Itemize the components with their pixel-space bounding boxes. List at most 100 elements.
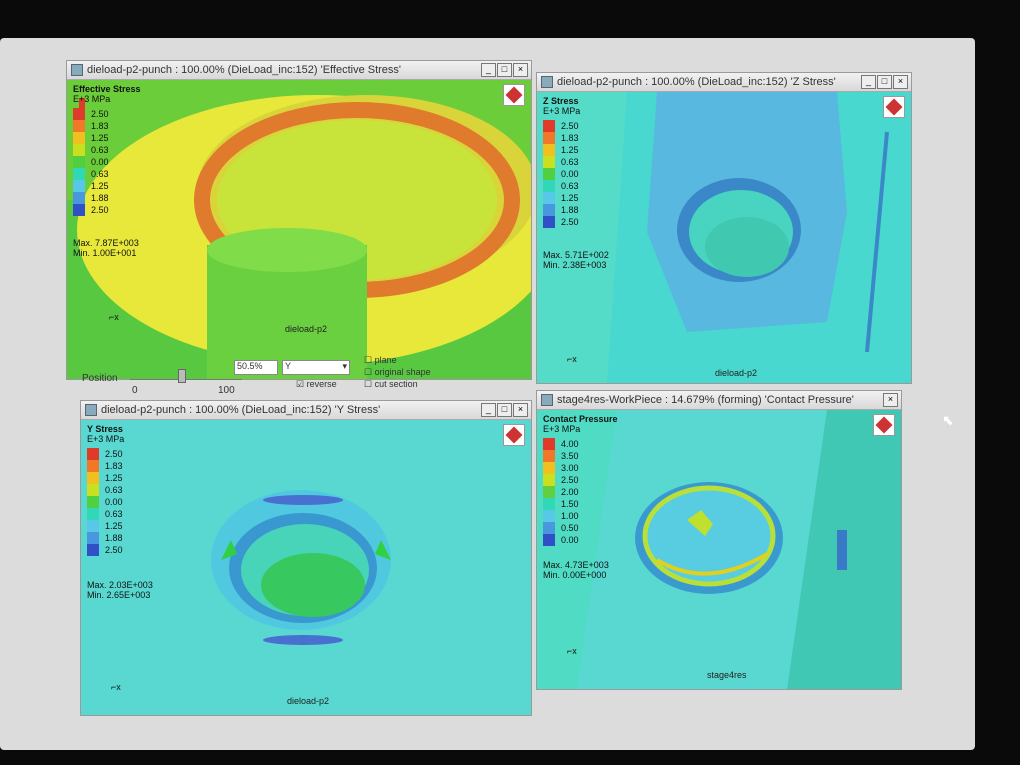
window-icon <box>541 76 553 88</box>
legend-title: Contact Pressure <box>543 414 618 424</box>
legend-row: 0.63 <box>73 168 141 180</box>
minimize-button[interactable]: _ <box>481 403 496 417</box>
legend-value: 4.00 <box>561 439 579 449</box>
legend-row: 2.50 <box>543 216 580 228</box>
legend-row: 1.25 <box>87 472 124 484</box>
minimize-button[interactable]: _ <box>861 75 876 89</box>
close-button[interactable]: × <box>893 75 908 89</box>
render-view[interactable]: Y Stress E+3 MPa 2.50 1.83 1.25 0.63 0.00 0.6… <box>81 420 531 715</box>
render-view[interactable]: Contact Pressure E+3 MPa 4.00 3.50 3.00 2.5… <box>537 410 901 689</box>
render-view[interactable]: Effective Stress E+3 MPa 2.50 1.83 1.25 0.6… <box>67 80 531 379</box>
legend-scale: 4.00 3.50 3.00 2.50 2.00 1.50 1.00 0.50 0.00 <box>543 438 618 546</box>
legend-row: 0.00 <box>543 168 580 180</box>
max-label: Max. <box>87 580 107 590</box>
legend-row: 1.25 <box>543 192 580 204</box>
legend-row: 1.88 <box>73 192 141 204</box>
original-shape-checkbox[interactable]: ☐ original shape <box>364 367 431 378</box>
section-control-panel: Position 0 100 50.5% Y ▾ ☑ reverse ☐ plan… <box>78 355 528 403</box>
legend-value: 2.50 <box>561 475 579 485</box>
maximize-button[interactable]: □ <box>497 63 512 77</box>
legend-row: 1.83 <box>73 120 141 132</box>
legend-value: 1.00 <box>561 511 579 521</box>
window-titlebar[interactable]: dieload-p2-punch : 100.00% (DieLoad_inc:… <box>537 73 911 92</box>
close-button[interactable]: × <box>513 403 528 417</box>
max-readout: Max. 4.73E+003 <box>543 560 609 570</box>
slider-thumb[interactable] <box>178 369 186 383</box>
legend-title: Effective Stress <box>73 84 141 94</box>
legend-value: 0.00 <box>561 535 579 545</box>
legend-row: 1.25 <box>73 132 141 144</box>
legend-swatch <box>543 120 555 132</box>
legend-value: 1.25 <box>91 133 109 143</box>
legend-swatch <box>87 448 99 460</box>
color-legend: Z Stress E+3 MPa 2.50 1.83 1.25 0.63 0.00 0.6… <box>543 96 580 228</box>
legend-swatch <box>73 156 85 168</box>
percent-field[interactable]: 50.5% <box>234 360 278 375</box>
max-readout: Max. 7.87E+003 <box>73 238 139 248</box>
legend-value: 1.88 <box>91 193 109 203</box>
reverse-checkbox[interactable]: ☑ reverse <box>296 379 337 390</box>
axis-select[interactable]: Y ▾ <box>282 360 350 375</box>
window-titlebar[interactable]: dieload-p2-punch : 100.00% (DieLoad_inc:… <box>81 401 531 420</box>
legend-row: 0.00 <box>87 496 124 508</box>
viewport-z-stress[interactable]: dieload-p2-punch : 100.00% (DieLoad_inc:… <box>536 72 912 384</box>
window-titlebar[interactable]: stage4res-WorkPiece : 14.679% (forming) … <box>537 391 901 410</box>
plane-checkbox[interactable]: ☐ plane <box>364 355 397 366</box>
render-view[interactable]: Z Stress E+3 MPa 2.50 1.83 1.25 0.63 0.00 0.6… <box>537 92 911 383</box>
cut-section-checkbox[interactable]: ☐ cut section <box>364 379 418 390</box>
legend-swatch <box>543 216 555 228</box>
legend-row: 1.83 <box>87 460 124 472</box>
legend-swatch <box>543 144 555 156</box>
legend-swatch <box>543 168 555 180</box>
viewport-contact-pressure[interactable]: stage4res-WorkPiece : 14.679% (forming) … <box>536 390 902 690</box>
legend-unit: E+3 MPa <box>73 94 111 104</box>
maximize-button[interactable]: □ <box>877 75 892 89</box>
legend-row: 1.25 <box>543 144 580 156</box>
legend-row: 1.00 <box>543 510 618 522</box>
axis-triad-icon: ⌐x <box>111 682 121 692</box>
maximize-button[interactable]: □ <box>497 403 512 417</box>
logo-icon <box>503 424 525 446</box>
window-titlebar[interactable]: dieload-p2-punch : 100.00% (DieLoad_inc:… <box>67 61 531 80</box>
legend-value: 1.25 <box>105 521 123 531</box>
window-icon <box>541 394 553 406</box>
model-caption: dieload-p2 <box>287 696 330 706</box>
legend-scale: 2.50 1.83 1.25 0.63 0.00 0.63 1.25 1.88 2.50 <box>543 120 580 228</box>
legend-row: 0.00 <box>73 156 141 168</box>
min-value: 1.00E+001 <box>92 248 137 258</box>
legend-value: 1.88 <box>561 205 579 215</box>
minimize-button[interactable]: _ <box>481 63 496 77</box>
legend-swatch <box>543 474 555 486</box>
close-button[interactable]: × <box>513 63 528 77</box>
legend-value: 0.00 <box>105 497 123 507</box>
cut-section-label: cut section <box>374 379 418 389</box>
max-readout: Max. 2.03E+003 <box>87 580 153 590</box>
original-shape-label: original shape <box>374 367 431 377</box>
viewport-effective-stress[interactable]: dieload-p2-punch : 100.00% (DieLoad_inc:… <box>66 60 532 380</box>
axis-label: x <box>572 646 577 656</box>
legend-value: 2.50 <box>105 449 123 459</box>
legend-row: 3.50 <box>543 450 618 462</box>
max-value: 2.03E+003 <box>109 580 153 590</box>
legend-swatch <box>73 132 85 144</box>
model-caption: dieload-p2 <box>285 324 328 334</box>
viewport-y-stress[interactable]: dieload-p2-punch : 100.00% (DieLoad_inc:… <box>80 400 532 716</box>
max-label: Max. <box>73 238 93 248</box>
max-label: Max. <box>543 250 563 260</box>
legend-row: 1.50 <box>543 498 618 510</box>
legend-swatch <box>543 486 555 498</box>
window-title: stage4res-WorkPiece : 14.679% (forming) … <box>557 394 854 406</box>
legend-row: 2.50 <box>543 120 580 132</box>
legend-value: 0.63 <box>561 181 579 191</box>
model-caption: dieload-p2 <box>715 368 758 378</box>
legend-unit: E+3 MPa <box>87 434 125 444</box>
axis-label: x <box>116 682 121 692</box>
max-label: Max. <box>543 560 563 570</box>
position-slider[interactable] <box>130 365 242 383</box>
min-label: Min. <box>543 570 561 580</box>
close-button[interactable]: × <box>883 393 898 407</box>
legend-row: 3.00 <box>543 462 618 474</box>
min-label: Min. <box>543 260 561 270</box>
legend-swatch <box>87 508 99 520</box>
window-icon <box>85 404 97 416</box>
